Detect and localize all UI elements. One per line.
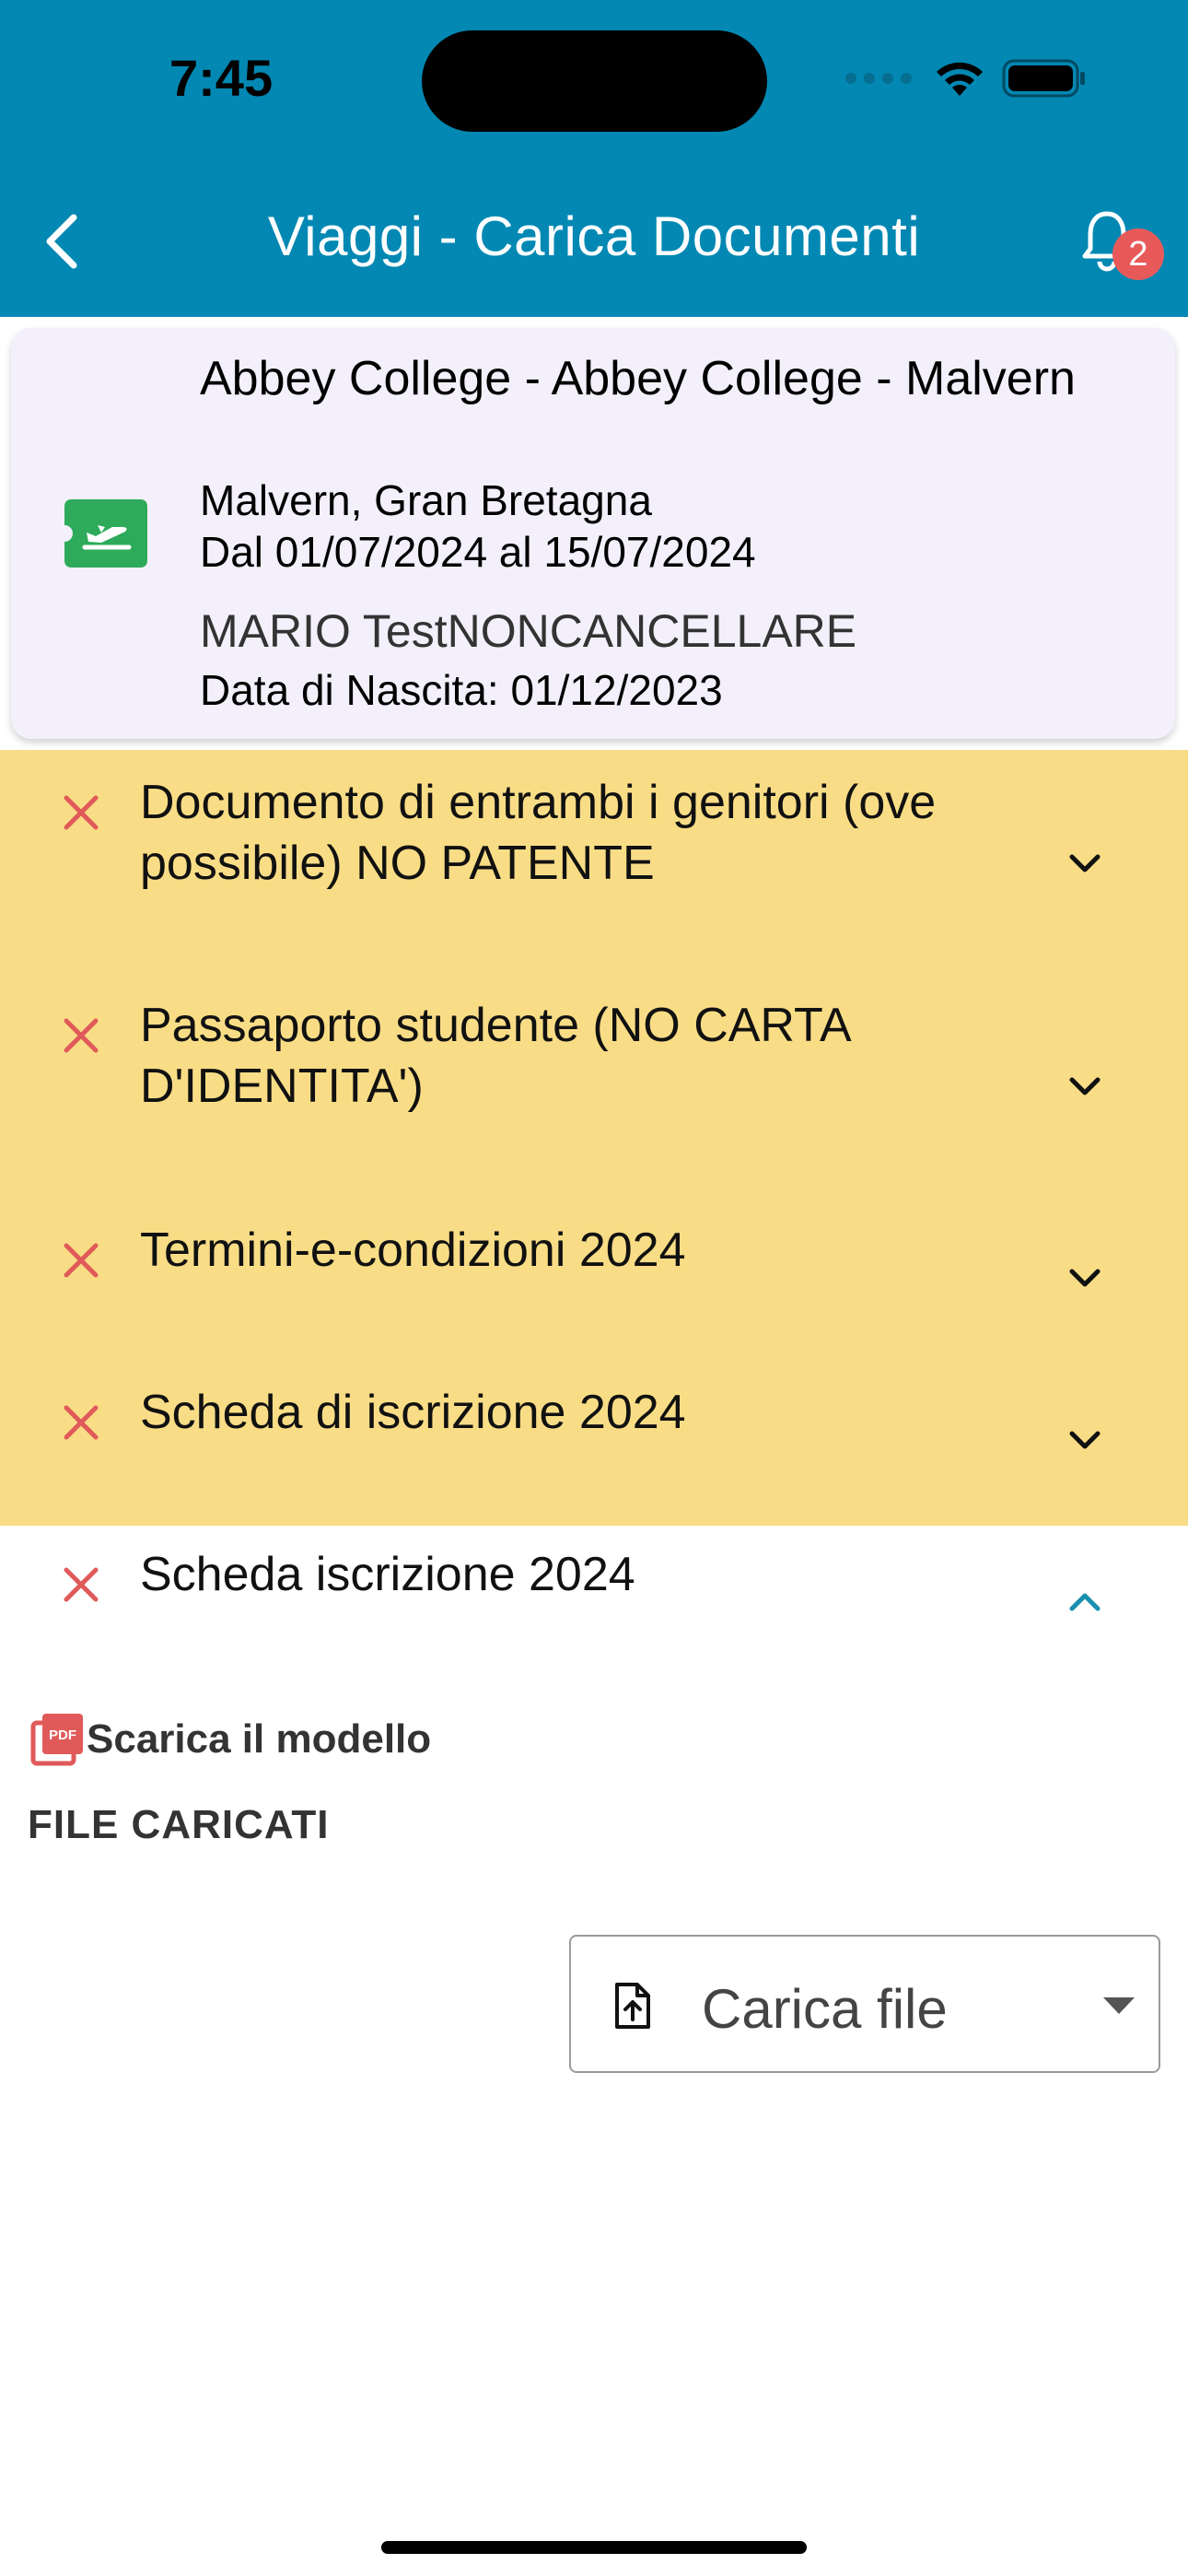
document-row[interactable]: Passaporto studente (NO CARTA D'IDENTITA… [0,975,1188,1198]
document-label: Scheda di iscrizione 2024 [140,1386,686,1439]
missing-x-icon [64,1243,99,1278]
document-row[interactable]: Termini-e-condizioni 2024 [0,1198,1188,1360]
trip-dates: Dal 01/07/2024 al 15/07/2024 [200,528,756,576]
missing-x-icon [64,1405,99,1440]
document-label: Documento di entrambi i genitori (ove po… [140,776,937,890]
missing-x-icon [64,795,99,830]
pdf-icon: PDF [30,1714,83,1766]
chevron-up-icon[interactable] [1066,1588,1103,1616]
chevron-down-icon[interactable] [1066,1426,1103,1454]
trip-location: Malvern, Gran Bretagna [200,476,652,524]
dynamic-island [422,30,767,132]
wifi-icon [937,62,983,96]
caret-down-icon [1103,1997,1135,2014]
battery-icon [1002,59,1085,98]
status-icons [845,55,1087,101]
status-time: 7:45 [169,49,274,107]
cellular-signal-icon [845,73,912,84]
document-row-expanded[interactable]: Scheda iscrizione 2024 [0,1526,1188,1673]
document-label: Termini-e-condizioni 2024 [140,1224,686,1277]
student-name: MARIO TestNONCANCELLARE [200,605,857,657]
chevron-down-icon[interactable] [1066,1264,1103,1292]
file-upload-icon [615,1983,650,2029]
chevron-down-icon[interactable] [1066,1072,1103,1100]
upload-file-dropdown[interactable]: Carica file [569,1935,1160,2073]
missing-x-icon [64,1018,99,1053]
document-row[interactable]: Scheda di iscrizione 2024 [0,1360,1188,1526]
document-label: Passaporto studente (NO CARTA D'IDENTITA… [140,999,849,1113]
document-label: Scheda iscrizione 2024 [140,1548,635,1601]
document-list: Documento di entrambi i genitori (ove po… [0,750,1188,1673]
notification-badge: 2 [1112,228,1164,280]
page-title: Viaggi - Carica Documenti [267,205,921,267]
chevron-down-icon[interactable] [1066,849,1103,877]
download-template-link[interactable]: PDF Scarica il modello [28,1710,431,1769]
app-header: 7:45 Viaggi - Carica Documenti 2 [0,0,1188,317]
svg-text:PDF: PDF [49,1727,76,1743]
trip-title: Abbey College - Abbey College - Malvern [200,352,1076,405]
missing-x-icon [64,1567,99,1602]
trip-card[interactable]: Abbey College - Abbey College - Malvern … [11,328,1175,739]
document-row[interactable]: Documento di entrambi i genitori (ove po… [0,750,1188,975]
upload-file-label: Carica file [702,1978,948,2040]
download-template-label: Scarica il modello [87,1716,432,1762]
home-indicator[interactable] [381,2541,807,2554]
plane-ticket-icon [64,499,147,568]
birth-date: Data di Nascita: 01/12/2023 [200,666,723,714]
uploaded-files-heading: FILE CARICATI [28,1802,330,1847]
